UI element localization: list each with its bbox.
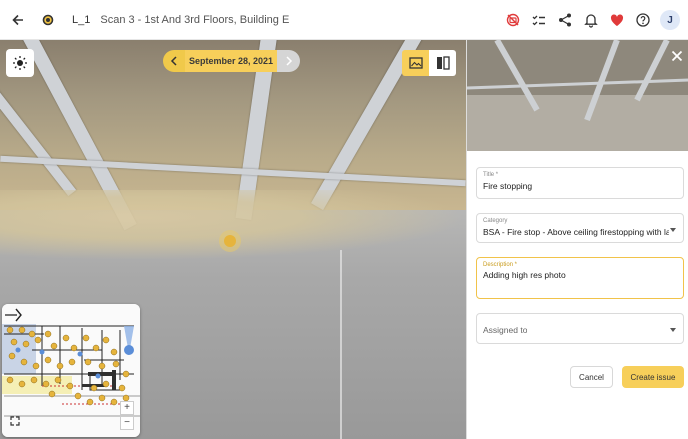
panorama-viewer[interactable]: September 28, 2021 + − bbox=[0, 40, 466, 439]
share-icon[interactable] bbox=[552, 8, 577, 32]
thumbnail-image bbox=[467, 40, 688, 151]
single-view-button[interactable] bbox=[402, 50, 429, 76]
zoom-in-button[interactable]: + bbox=[120, 401, 134, 415]
help-icon[interactable] bbox=[630, 8, 655, 32]
assigned-to-select[interactable]: Assigned to bbox=[476, 313, 684, 344]
split-view-button[interactable] bbox=[429, 50, 456, 76]
fullscreen-icon[interactable] bbox=[8, 416, 22, 430]
level-label[interactable]: L_1 bbox=[72, 14, 90, 26]
description-field[interactable]: Description * Adding high res photo bbox=[476, 257, 684, 299]
date-navigator: September 28, 2021 bbox=[163, 50, 300, 72]
category-value[interactable]: BSA - Fire stop - Above ceiling firestop… bbox=[483, 227, 669, 237]
title-field-label: Title * bbox=[483, 172, 499, 178]
hide-camera-icon[interactable] bbox=[500, 8, 525, 32]
chevron-down-icon[interactable] bbox=[670, 228, 676, 232]
cancel-button[interactable]: Cancel bbox=[570, 366, 613, 388]
scan-title: Scan 3 - 1st And 3rd Floors, Building E bbox=[100, 13, 290, 26]
title-input[interactable]: Fire stopping bbox=[483, 181, 532, 191]
issue-panel: Title * Fire stopping Category BSA - Fir… bbox=[466, 40, 688, 439]
title-field[interactable]: Title * Fire stopping bbox=[476, 167, 684, 199]
zoom-out-button[interactable]: − bbox=[120, 416, 134, 430]
description-input[interactable]: Adding high res photo bbox=[483, 270, 566, 280]
bell-icon[interactable] bbox=[578, 8, 603, 32]
heart-icon[interactable] bbox=[604, 8, 629, 32]
floor-plan-minimap[interactable]: + − bbox=[2, 304, 140, 437]
avatar[interactable]: J bbox=[660, 10, 680, 30]
description-field-label: Description * bbox=[483, 262, 518, 268]
back-arrow-icon[interactable] bbox=[6, 8, 30, 32]
top-bar: L_1 Scan 3 - 1st And 3rd Floors, Buildin… bbox=[0, 0, 688, 40]
category-select[interactable]: Category BSA - Fire stop - Above ceiling… bbox=[476, 213, 684, 243]
toolbar-actions: J bbox=[500, 8, 680, 32]
issue-photo-thumbnail bbox=[467, 40, 688, 151]
category-field-label: Category bbox=[483, 218, 508, 224]
previous-date-button[interactable] bbox=[163, 50, 185, 72]
close-icon[interactable] bbox=[669, 48, 685, 64]
checklist-icon[interactable] bbox=[526, 8, 551, 32]
create-issue-button[interactable]: Create issue bbox=[622, 366, 684, 388]
chevron-down-icon[interactable] bbox=[670, 328, 676, 332]
wall-seam bbox=[340, 250, 342, 439]
assigned-to-placeholder[interactable]: Assigned to bbox=[483, 325, 527, 335]
location-ring-icon[interactable] bbox=[36, 8, 60, 32]
next-date-button[interactable] bbox=[277, 50, 300, 72]
brightness-button[interactable] bbox=[6, 49, 34, 77]
view-mode-toggle bbox=[402, 50, 456, 76]
issue-location-marker[interactable] bbox=[219, 230, 241, 252]
capture-date[interactable]: September 28, 2021 bbox=[185, 50, 277, 72]
